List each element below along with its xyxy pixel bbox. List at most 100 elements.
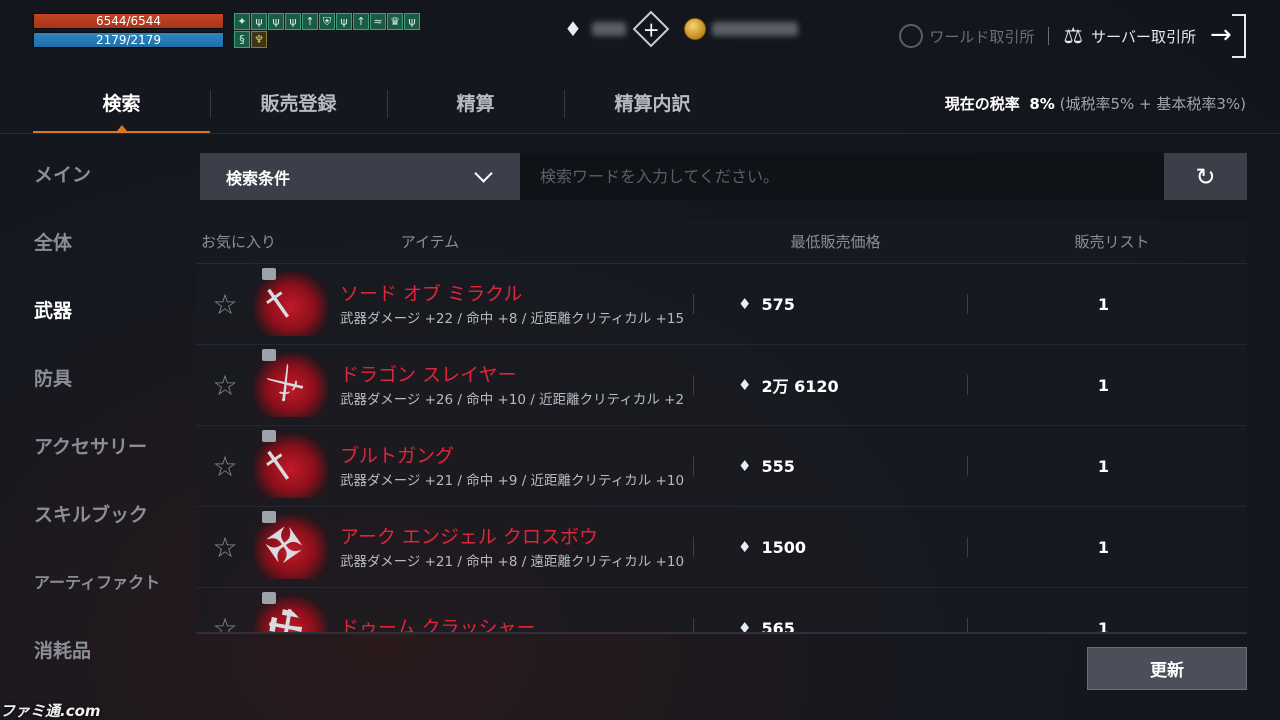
table-row[interactable]: ☆ ⚔ ドラゴン スレイヤー 武器ダメージ +26 / 命中 +10 / 近距離… [196, 345, 1247, 426]
diamond-icon: ♦ [738, 376, 752, 394]
item-thumbnail: † [254, 268, 328, 336]
plus-icon: + [642, 16, 660, 41]
world-exchange-button[interactable]: ワールド取引所 [899, 24, 1034, 48]
category-consumable[interactable]: 消耗品 [34, 616, 184, 684]
globe-icon [899, 24, 924, 48]
tab-settlement[interactable]: 精算 [387, 78, 564, 133]
exchange-nav: ワールド取引所 ⚖ サーバー取引所 → [899, 14, 1246, 58]
category-list: メイン 全体 武器 防具 アクセサリー スキルブック アーティファクト 消耗品 [34, 140, 184, 684]
diamond-icon: ♦ [738, 538, 752, 556]
diamond-icon: ♦ [738, 295, 752, 313]
category-main[interactable]: メイン [34, 140, 184, 208]
favorite-star-icon[interactable]: ☆ [196, 288, 254, 321]
favorite-star-icon[interactable]: ☆ [196, 450, 254, 483]
item-price-value: 2万 6120 [761, 377, 839, 396]
book-icon [262, 430, 276, 442]
item-name: ドラゴン スレイヤー [340, 364, 517, 386]
scroll-icon: § [234, 31, 250, 48]
tab-settlement-details-label: 精算内訳 [614, 93, 691, 115]
table-row[interactable]: ☆ ⚒ ドゥーム クラッシャー ♦ 565 1 [196, 588, 1247, 632]
reset-button[interactable]: ↻ [1164, 153, 1247, 200]
search-input[interactable] [520, 153, 1164, 200]
item-price-value: 555 [761, 456, 795, 476]
server-exchange-button[interactable]: ⚖ サーバー取引所 [1063, 24, 1196, 49]
search-filter-label: 検索条件 [226, 168, 291, 188]
category-accessory[interactable]: アクセサリー [34, 412, 184, 480]
item-name: ソード オブ ミラクル [340, 283, 523, 305]
wing-icon: ψ [285, 13, 301, 30]
wing-icon: ψ [336, 13, 352, 30]
item-price: ♦ 565 [694, 619, 967, 633]
tab-sell-register[interactable]: 販売登録 [210, 78, 387, 133]
tab-settlement-label: 精算 [456, 93, 495, 115]
player-status: 6544/6544 2179/2179 [33, 13, 224, 51]
favorite-star-icon[interactable]: ☆ [196, 531, 254, 564]
item-stats: 武器ダメージ +21 / 命中 +8 / 遠距離クリティカル +10 [340, 554, 685, 570]
fish-icon: ≈ [370, 13, 386, 30]
nav-divider [1048, 27, 1050, 45]
category-skillbook[interactable]: スキルブック [34, 480, 184, 548]
diamond-amount [592, 22, 626, 36]
item-listing-count: 1 [1097, 618, 1110, 633]
item-listing-count: 1 [1097, 294, 1110, 314]
item-table: お気に入り アイテム 最低販売価格 販売リスト ☆ † ソード オブ ミラクル … [196, 220, 1247, 632]
gold-coin-icon [684, 18, 706, 40]
item-info: アーク エンジェル クロスボウ 武器ダメージ +21 / 命中 +8 / 遠距離… [328, 524, 693, 570]
tax-detail: (城税率5% + 基本税率3%) [1059, 95, 1246, 113]
wing-icon: ψ [268, 13, 284, 30]
category-artifact[interactable]: アーティファクト [34, 548, 184, 616]
table-body: ☆ † ソード オブ ミラクル 武器ダメージ +22 / 命中 +8 / 近距離… [196, 264, 1247, 632]
item-price: ♦ 2万 6120 [694, 373, 967, 397]
sword-icon: † [256, 440, 300, 490]
table-row[interactable]: ☆ ✠ アーク エンジェル クロスボウ 武器ダメージ +21 / 命中 +8 /… [196, 507, 1247, 588]
item-thumbnail: ✠ [254, 511, 328, 579]
wing-icon: ψ [251, 13, 267, 30]
item-price: ♦ 555 [694, 457, 967, 476]
world-exchange-label: ワールド取引所 [929, 27, 1035, 46]
exit-button[interactable]: → [1210, 14, 1246, 58]
category-weapon[interactable]: 武器 [34, 276, 184, 344]
crown-icon: ♛ [387, 13, 403, 30]
favorite-star-icon[interactable]: ☆ [196, 369, 254, 402]
header-divider [0, 133, 1280, 134]
tab-search-label: 検索 [102, 93, 141, 115]
gold-flame-icon: ♆ [251, 31, 267, 48]
book-icon [262, 592, 276, 604]
item-thumbnail: ⚔ [254, 349, 328, 417]
add-diamond-button[interactable]: + [632, 10, 670, 48]
category-armor[interactable]: 防具 [34, 344, 184, 412]
update-button[interactable]: 更新 [1087, 647, 1247, 690]
gold-amount [712, 22, 798, 36]
header-favorite: お気に入り [201, 233, 277, 251]
exit-icon [1232, 14, 1246, 58]
main-tabs: 検索 販売登録 精算 精算内訳 [33, 78, 741, 133]
tab-search[interactable]: 検索 [33, 78, 210, 133]
category-all[interactable]: 全体 [34, 208, 184, 276]
wing-icon: ψ [404, 13, 420, 30]
arrow-icon: ↑ [302, 13, 318, 30]
item-stats: 武器ダメージ +26 / 命中 +10 / 近距離クリティカル +2 [340, 392, 685, 408]
blessing-icon: ✦ [234, 13, 250, 30]
item-price-value: 1500 [761, 537, 806, 557]
item-listing-count: 1 [1097, 537, 1110, 557]
hp-bar: 6544/6544 [33, 13, 224, 29]
mp-bar: 2179/2179 [33, 32, 224, 48]
item-thumbnail: ⚒ [254, 592, 328, 632]
table-row[interactable]: ☆ † ブルトガング 武器ダメージ +21 / 命中 +9 / 近距離クリティカ… [196, 426, 1247, 507]
search-bar: 検索条件 ↻ [200, 153, 1247, 200]
diamond-icon: ♦ [738, 457, 752, 475]
favorite-star-icon[interactable]: ☆ [196, 612, 254, 633]
diamond-icon: ♦ [738, 619, 752, 632]
header-price: 最低販売価格 [790, 233, 881, 251]
mp-text: 2179/2179 [95, 33, 162, 47]
table-row[interactable]: ☆ † ソード オブ ミラクル 武器ダメージ +22 / 命中 +8 / 近距離… [196, 264, 1247, 345]
search-filter-dropdown[interactable]: 検索条件 [200, 153, 520, 200]
buff-list: ✦ ψ ψ ψ ↑ ⛨ ψ ↑ ≈ ♛ ψ § ♆ [234, 13, 420, 48]
hp-text: 6544/6544 [95, 14, 162, 28]
item-stats: 武器ダメージ +21 / 命中 +9 / 近距離クリティカル +10 [340, 473, 685, 489]
table-footer-divider [196, 632, 1247, 634]
item-stats: 武器ダメージ +22 / 命中 +8 / 近距離クリティカル +15 [340, 311, 685, 327]
sword-icon: † [256, 278, 300, 328]
tax-rate: 8% [1029, 95, 1055, 113]
tab-settlement-details[interactable]: 精算内訳 [564, 78, 741, 133]
